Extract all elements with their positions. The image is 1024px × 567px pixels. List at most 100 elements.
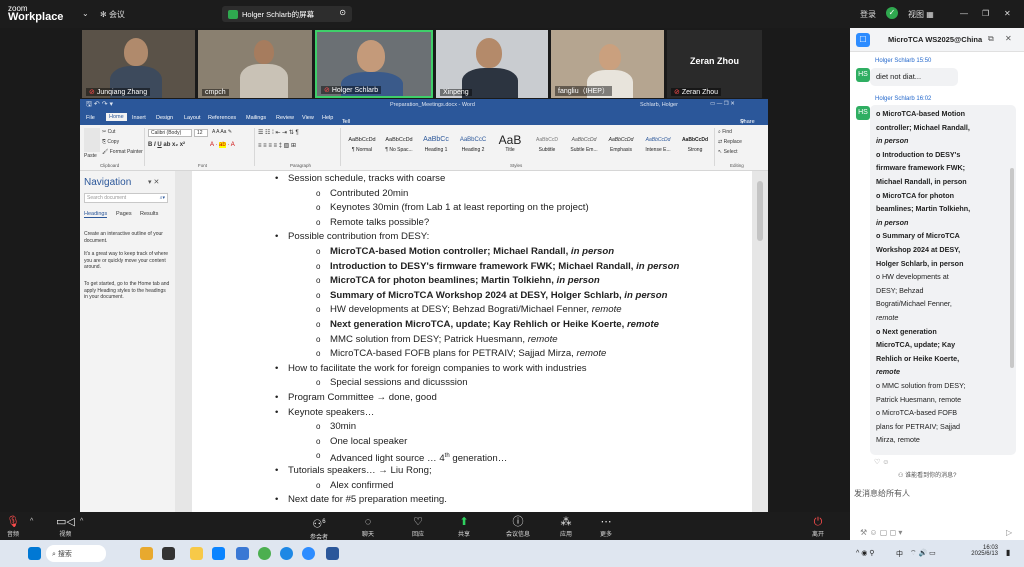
chevron-down-icon[interactable]: ⌄: [82, 9, 89, 18]
tab-references[interactable]: References: [208, 115, 236, 121]
tab-help[interactable]: Help: [322, 115, 333, 121]
chat-scrollbar[interactable]: [1010, 168, 1014, 368]
task-view-icon[interactable]: [162, 547, 175, 560]
format-painter-button[interactable]: 🖌 Format Painter: [102, 149, 143, 155]
meeting-menu[interactable]: ✻ 会议: [100, 9, 125, 20]
video-tile[interactable]: fangliu（IHEP）: [551, 30, 664, 98]
style-heading-2[interactable]: AaBbCcC Heading 2: [455, 133, 491, 159]
audio-button[interactable]: 🎙 音频: [6, 515, 20, 538]
document-page[interactable]: Session schedule, tracks with coarse Cont…: [192, 171, 752, 512]
visibility-hint[interactable]: ⚇ 谁能看到你的消息?: [898, 470, 956, 479]
chat-input[interactable]: 发消息给所有人: [854, 488, 910, 499]
video-button[interactable]: ▭◁ 视频: [56, 515, 75, 538]
style-subtitle[interactable]: AaBbCcD Subtitle: [529, 133, 565, 159]
tray-icons[interactable]: ^ ◉ ⚲: [856, 549, 874, 557]
cut-button[interactable]: ✂ Cut: [102, 129, 115, 135]
tab-mailings[interactable]: Mailings: [246, 115, 266, 121]
pane-options-icon[interactable]: ▾ ✕: [148, 178, 159, 186]
style-normal[interactable]: AaBbCcDd ¶ Normal: [344, 133, 380, 159]
ime-indicator[interactable]: 中: [896, 549, 903, 559]
replace-button[interactable]: ⇄ Replace: [718, 139, 742, 145]
font-name-select[interactable]: Calibri (Body): [148, 129, 192, 137]
windows-start-icon[interactable]: [28, 547, 41, 560]
video-tile-active-speaker[interactable]: ⊘ Holger Schlarb: [315, 30, 433, 98]
style-no-spacing[interactable]: AaBbCcDd ¶ No Spac...: [381, 133, 417, 159]
paste-button[interactable]: Paste: [84, 153, 97, 159]
minimize-icon[interactable]: —: [960, 9, 968, 18]
user-name: Schlarb, Holger: [640, 102, 678, 108]
chevron-up-icon[interactable]: ^: [30, 518, 33, 525]
style-subtle-emphasis[interactable]: AaBbCcDd Subtle Em...: [566, 133, 602, 159]
chevron-up-icon[interactable]: ^: [80, 518, 83, 525]
app-icon[interactable]: [236, 547, 249, 560]
popout-icon[interactable]: ⧉: [988, 34, 994, 44]
taskbar-search[interactable]: ⌕ 搜索: [46, 545, 106, 562]
select-button[interactable]: ↖ Select: [718, 149, 738, 155]
message-bubble[interactable]: diet not diat...: [870, 68, 958, 86]
send-icon[interactable]: ▷: [1006, 528, 1012, 537]
tab-file[interactable]: File: [86, 115, 95, 121]
app-icon[interactable]: [140, 547, 153, 560]
find-button[interactable]: ⌕ Find: [718, 129, 732, 135]
word-icon[interactable]: [326, 547, 339, 560]
view-button[interactable]: 视图 ▦: [908, 9, 934, 20]
sign-in-button[interactable]: 登录: [860, 9, 876, 20]
video-tile[interactable]: cmpch: [198, 30, 312, 98]
window-controls-icon[interactable]: ▭ — ❐ ✕: [710, 101, 735, 107]
close-icon[interactable]: ✕: [1005, 34, 1012, 43]
participants-button[interactable]: ⚇6 参会者: [310, 515, 328, 541]
nav-tab-results[interactable]: Results: [140, 211, 158, 217]
chrome-icon[interactable]: [258, 547, 271, 560]
search-document-input[interactable]: Search document ⌕▾: [84, 193, 168, 203]
meeting-info-button[interactable]: ⓘ 会议信息: [506, 515, 530, 538]
style-strong[interactable]: AaBbCcDd Strong: [677, 133, 713, 159]
apps-button[interactable]: ⁂ 应用: [560, 515, 572, 538]
font-size-select[interactable]: 12: [194, 129, 208, 137]
vertical-scrollbar[interactable]: [757, 181, 763, 241]
style-intense-emphasis[interactable]: AaBbCcDd Intense E...: [640, 133, 676, 159]
tab-insert[interactable]: Insert: [132, 115, 146, 121]
zoom-icon[interactable]: [302, 547, 315, 560]
font-grow-shrink-icons[interactable]: A A Aa ✎: [212, 129, 232, 135]
network-volume-icons[interactable]: ⌔ 🔊 ▭: [910, 549, 936, 558]
paste-icon[interactable]: [84, 128, 100, 152]
screen-share-indicator[interactable]: Holger Schlarb的屏幕 ⊙: [222, 6, 352, 22]
share-screen-button[interactable]: ⬆ 共享: [458, 515, 470, 538]
nav-tab-pages[interactable]: Pages: [116, 211, 132, 217]
tab-design[interactable]: Design: [156, 115, 173, 121]
style-emphasis[interactable]: AaBbCcDd Emphasis: [603, 133, 639, 159]
video-tile[interactable]: Zeran Zhou ⊘ Zeran Zhou: [667, 30, 762, 98]
tab-home[interactable]: Home: [106, 113, 127, 121]
format-bold-italic-underline[interactable]: B I U ab x₂ x²: [148, 142, 185, 148]
close-icon[interactable]: ✕: [1004, 9, 1011, 18]
quick-access-icons[interactable]: 🖫 ↶ ↷ ▾: [86, 100, 113, 111]
security-shield-icon[interactable]: ✓: [886, 7, 898, 19]
notification-icon[interactable]: ▮: [1006, 548, 1010, 557]
react-icons[interactable]: ♡ ☺: [874, 458, 889, 466]
copy-button[interactable]: ⎘ Copy: [102, 139, 119, 145]
react-button[interactable]: ♡ 回应: [412, 515, 424, 538]
restore-icon[interactable]: ❐: [982, 9, 989, 18]
chat-button[interactable]: ◌ 聊天: [362, 515, 374, 538]
mail-icon[interactable]: [212, 547, 225, 560]
video-tile[interactable]: Xinpeng: [436, 30, 548, 98]
leave-button[interactable]: ⏻ 离开: [812, 515, 824, 538]
chat-icon: ◌: [364, 516, 372, 528]
style-heading-1[interactable]: AaBbCc Heading 1: [418, 133, 454, 159]
tab-review[interactable]: Review: [276, 115, 294, 121]
file-explorer-icon[interactable]: [190, 547, 203, 560]
message-bubble[interactable]: o MicroTCA-based Motion controller; Micha…: [870, 105, 1016, 455]
style-title[interactable]: AaB Title: [492, 133, 528, 159]
video-tile[interactable]: ⊘ Junqiang Zhang: [82, 30, 195, 98]
tab-layout[interactable]: Layout: [184, 115, 201, 121]
nav-tab-headings[interactable]: Headings: [84, 211, 108, 218]
clock[interactable]: 16:03 2025/6/13: [958, 545, 998, 557]
chat-input-tools-icons[interactable]: ⚒ ☺ ▢ ◻ ▾: [860, 528, 902, 537]
tab-view[interactable]: View: [302, 115, 314, 121]
list-buttons[interactable]: ☰ ☷ ⁞ ⇤ ⇥ ⇅ ¶: [258, 129, 299, 136]
edge-icon[interactable]: [280, 547, 293, 560]
more-button[interactable]: ⋯ 更多: [600, 515, 612, 538]
align-buttons[interactable]: ≡ ≡ ≡ ≡ ‡ ▧ ⊞: [258, 142, 296, 149]
options-icon[interactable]: ⊙: [339, 8, 346, 17]
font-color-icon[interactable]: A · ab · A: [210, 142, 235, 148]
